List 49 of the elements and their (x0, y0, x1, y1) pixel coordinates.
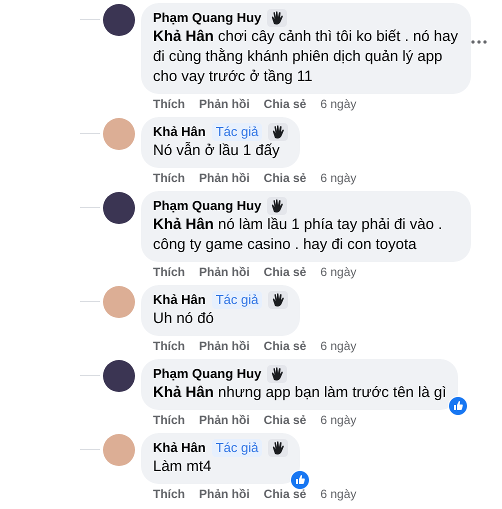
author-tag: Tác giả (212, 439, 262, 457)
action-link[interactable]: Phản hồi (199, 486, 250, 502)
author-name[interactable]: Phạm Quang Huy (153, 365, 262, 383)
action-link[interactable]: Phản hồi (199, 338, 250, 354)
comment-text: Nó vẫn ở lầu 1 đấy (153, 141, 281, 161)
action-link[interactable]: Thích (153, 412, 185, 428)
avatar[interactable] (103, 4, 135, 36)
avatar[interactable] (103, 360, 135, 392)
timestamp: 6 ngày (320, 338, 356, 354)
waving-hand-icon (270, 367, 284, 381)
author-name[interactable]: Khả Hân (153, 123, 206, 141)
action-link[interactable]: Thích (153, 96, 185, 112)
action-link[interactable]: Chia sẻ (264, 412, 306, 428)
action-link[interactable]: Thích (153, 338, 185, 354)
author-name[interactable]: Khả Hân (153, 439, 206, 457)
timestamp: 6 ngày (320, 486, 356, 502)
action-link[interactable]: Thích (153, 264, 185, 280)
comment-text: Khả Hân nhưng app bạn làm trước tên là gì (153, 383, 446, 403)
comment-text: Uh nó đó (153, 309, 215, 329)
action-link[interactable]: Thích (153, 170, 185, 186)
waving-hand-icon (272, 125, 285, 139)
comment-text: Khả Hân chơi cây cảnh thì tôi ko biết . nó hay đi cùng thằng khánh phiên dịch quản lý app cho vay trước ở tầng 11 (153, 27, 459, 87)
author-name[interactable]: Phạm Quang Huy (153, 197, 262, 215)
action-link[interactable]: Phản hồi (199, 170, 250, 186)
action-link[interactable]: Phản hồi (199, 264, 250, 280)
action-link[interactable]: Chia sẻ (264, 170, 306, 186)
action-link[interactable]: Chia sẻ (264, 338, 306, 354)
timestamp: 6 ngày (320, 412, 356, 428)
timestamp: 6 ngày (320, 170, 356, 186)
timestamp: 6 ngày (320, 264, 356, 280)
author-tag: Tác giả (212, 123, 262, 141)
author-name[interactable]: Phạm Quang Huy (153, 9, 262, 27)
avatar[interactable] (103, 192, 135, 224)
author-name[interactable]: Khả Hân (153, 291, 206, 309)
comment-text: Khả Hân nó làm lầu 1 phía tay phải đi vào . công ty game casino . hay đi con toyota (153, 215, 444, 255)
author-tag: Tác giả (212, 291, 262, 309)
action-link[interactable]: Chia sẻ (264, 96, 306, 112)
action-link[interactable]: Phản hồi (199, 412, 250, 428)
comment-text: Làm mt4 (153, 457, 212, 477)
waving-hand-icon (272, 293, 285, 307)
waving-hand-icon (270, 199, 284, 213)
waving-hand-icon (272, 441, 285, 455)
action-link[interactable]: Chia sẻ (264, 264, 306, 280)
waving-hand-icon (270, 11, 284, 25)
action-link[interactable]: Thích (153, 486, 185, 502)
more-options-icon[interactable] (470, 39, 488, 45)
action-link[interactable]: Chia sẻ (264, 486, 306, 502)
action-link[interactable]: Phản hồi (199, 96, 250, 112)
timestamp: 6 ngày (320, 96, 356, 112)
